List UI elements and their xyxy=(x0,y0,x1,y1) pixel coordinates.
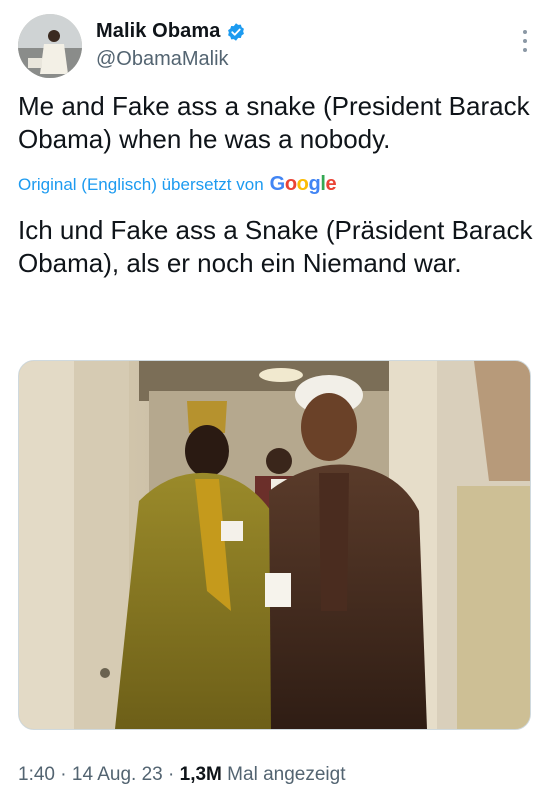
author-name[interactable]: Malik Obama xyxy=(96,20,220,43)
tweet-meta: 1:40 · 14 Aug. 23 · 1,3M Mal angezeigt xyxy=(18,764,345,786)
translation-notice-label: Original (Englisch) übersetzt von xyxy=(18,174,264,194)
views-count: 1,3M xyxy=(179,764,222,785)
translation-notice[interactable]: Original (Englisch) übersetzt von Google xyxy=(18,173,337,196)
tweet-photo[interactable] xyxy=(18,360,531,730)
author-handle[interactable]: @ObamaMalik xyxy=(96,48,229,71)
verified-badge-icon xyxy=(228,22,245,41)
more-options-icon[interactable] xyxy=(521,30,529,58)
author-avatar[interactable] xyxy=(18,14,82,78)
tweet-time[interactable]: 1:40 xyxy=(18,764,55,785)
translated-text: Ich und Fake ass a Snake (Präsident Bara… xyxy=(18,215,533,278)
tweet-header: Malik Obama @ObamaMalik xyxy=(18,14,533,78)
views-label: Mal angezeigt xyxy=(227,764,346,785)
meta-separator: · xyxy=(60,764,67,785)
google-logo: Google xyxy=(269,173,337,195)
tweet-date[interactable]: 14 Aug. 23 xyxy=(72,764,163,785)
author-name-row: Malik Obama xyxy=(96,20,246,43)
meta-separator: · xyxy=(168,764,175,785)
tweet-text: Me and Fake ass a snake (President Barac… xyxy=(18,91,530,154)
